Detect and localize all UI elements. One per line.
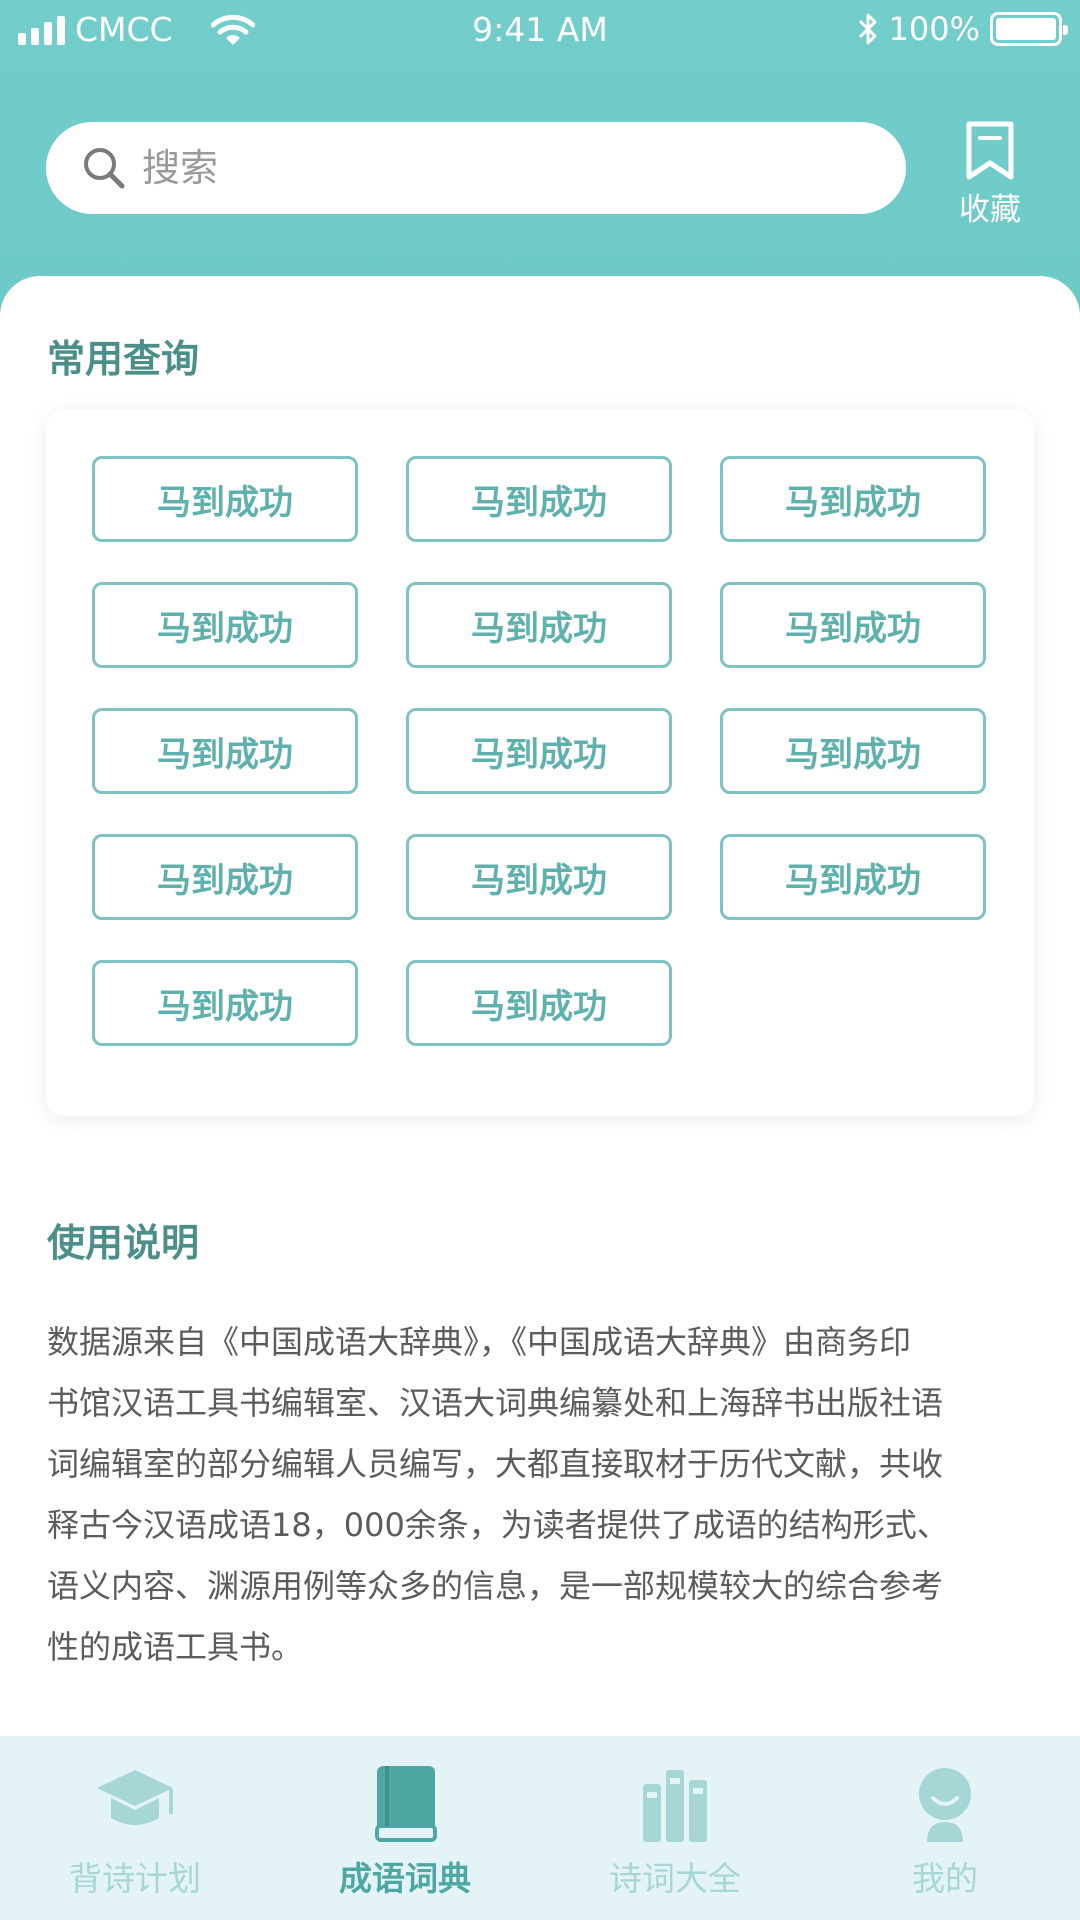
- query-chip[interactable]: 马到成功: [720, 456, 986, 542]
- user-icon: [919, 1768, 971, 1842]
- query-chip[interactable]: 马到成功: [92, 960, 358, 1046]
- favorites-label: 收藏: [959, 192, 1021, 228]
- search-bar[interactable]: [46, 122, 906, 214]
- tab-label: 背诗计划: [69, 1859, 201, 1898]
- books-icon: [643, 1770, 707, 1842]
- search-icon: [84, 148, 125, 189]
- tab-recite-plan[interactable]: 背诗计划: [0, 1736, 270, 1920]
- tab-mine[interactable]: 我的: [810, 1736, 1080, 1920]
- tab-poetry-collection[interactable]: 诗词大全: [540, 1736, 810, 1920]
- query-chip[interactable]: 马到成功: [720, 834, 986, 920]
- header: CMCC 9:41 AM 100% 收藏: [0, 0, 1080, 320]
- battery-percent: 100%: [888, 10, 980, 48]
- query-chip[interactable]: 马到成功: [406, 708, 672, 794]
- query-chip[interactable]: 马到成功: [92, 582, 358, 668]
- instructions-line: 数据源来自《中国成语大辞典》，《中国成语大辞典》由商务印: [47, 1323, 912, 1361]
- tab-label: 成语词典: [339, 1859, 471, 1898]
- instructions-line: 语义内容、渊源用例等众多的信息，是一部规模较大的综合参考: [47, 1567, 944, 1605]
- graduation-cap-icon: [97, 1770, 173, 1825]
- tab-label: 诗词大全: [609, 1859, 741, 1898]
- instructions-line: 释古今汉语成语18，000余条，为读者提供了成语的结构形式、: [47, 1506, 949, 1544]
- tab-label: 我的: [912, 1859, 978, 1898]
- bookmark-icon: [966, 121, 1014, 180]
- instructions-title: 使用说明: [47, 1221, 200, 1265]
- query-chip[interactable]: 马到成功: [92, 456, 358, 542]
- instructions-line: 词编辑室的部分编辑人员编写，大都直接取材于历代文献，共收: [47, 1445, 944, 1483]
- tab-bar: 背诗计划 成语词典 诗词大全 我的: [0, 1736, 1080, 1920]
- instructions-line: 书馆汉语工具书编辑室、汉语大词典编纂处和上海辞书出版社语: [47, 1384, 944, 1422]
- instructions-text: 数据源来自《中国成语大辞典》，《中国成语大辞典》由商务印 书馆汉语工具书编辑室、汉…: [47, 1312, 1027, 1678]
- status-bar: CMCC 9:41 AM 100%: [0, 0, 1080, 62]
- favorites-button[interactable]: 收藏: [955, 120, 1025, 229]
- query-chip[interactable]: 马到成功: [720, 708, 986, 794]
- query-chip[interactable]: 马到成功: [92, 834, 358, 920]
- query-chip[interactable]: 马到成功: [720, 582, 986, 668]
- query-chip[interactable]: 马到成功: [406, 456, 672, 542]
- battery-icon: [990, 12, 1068, 46]
- query-chip[interactable]: 马到成功: [92, 708, 358, 794]
- search-input[interactable]: [140, 145, 844, 191]
- tab-idiom-dictionary[interactable]: 成语词典: [270, 1736, 540, 1920]
- common-queries-title: 常用查询: [47, 337, 200, 381]
- instructions-line: 性的成语工具书。: [47, 1628, 304, 1666]
- query-chip[interactable]: 马到成功: [406, 960, 672, 1046]
- query-chip-grid: 马到成功 马到成功 马到成功 马到成功 马到成功 马到成功 马到成功 马到成功 马到成功 马到成功…: [92, 456, 986, 1046]
- book-icon: [375, 1766, 437, 1842]
- common-queries-card: 马到成功 马到成功 马到成功 马到成功 马到成功 马到成功 马到成功 马到成功 马到成功 马到成功…: [46, 410, 1034, 1116]
- bluetooth-icon: [858, 13, 877, 45]
- query-chip[interactable]: 马到成功: [406, 834, 672, 920]
- query-chip[interactable]: 马到成功: [406, 582, 672, 668]
